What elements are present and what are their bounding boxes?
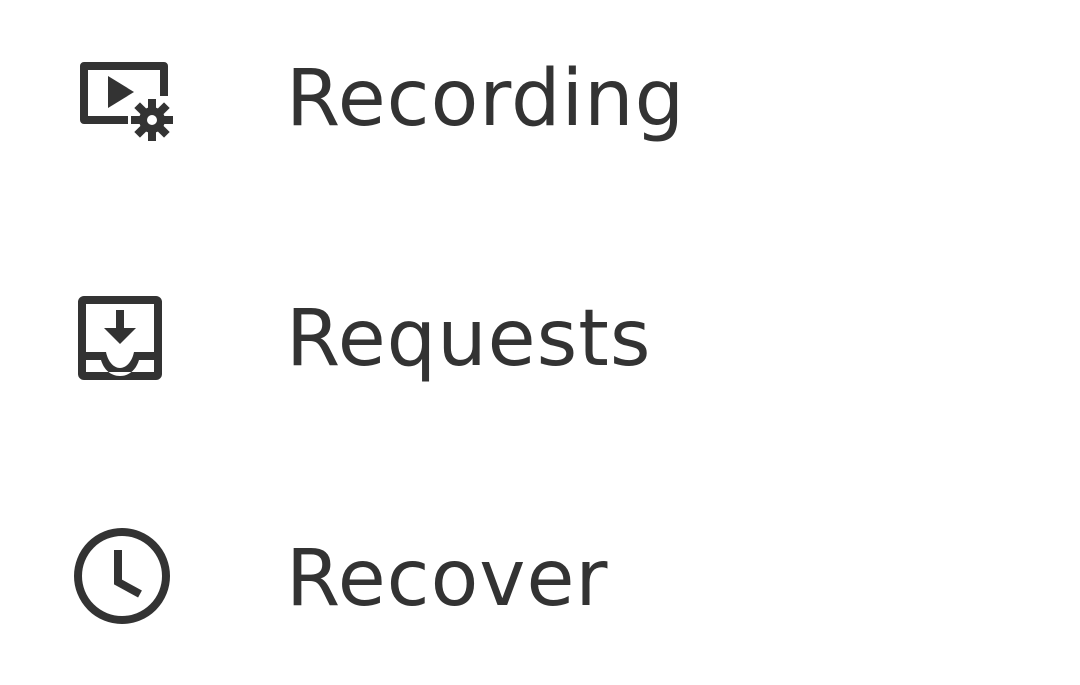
menu-item-label: Requests [286,294,652,384]
menu-list: Recording Requests Recover [0,0,1080,685]
video-settings-icon [80,62,173,141]
menu-item-recover[interactable]: Recover [0,478,1080,678]
menu-item-recording[interactable]: Recording [0,0,1080,200]
inbox-download-icon [78,296,162,380]
menu-item-label: Recording [286,54,686,144]
clock-icon [74,528,170,624]
menu-item-requests[interactable]: Requests [0,240,1080,440]
menu-item-label: Recover [286,534,609,624]
